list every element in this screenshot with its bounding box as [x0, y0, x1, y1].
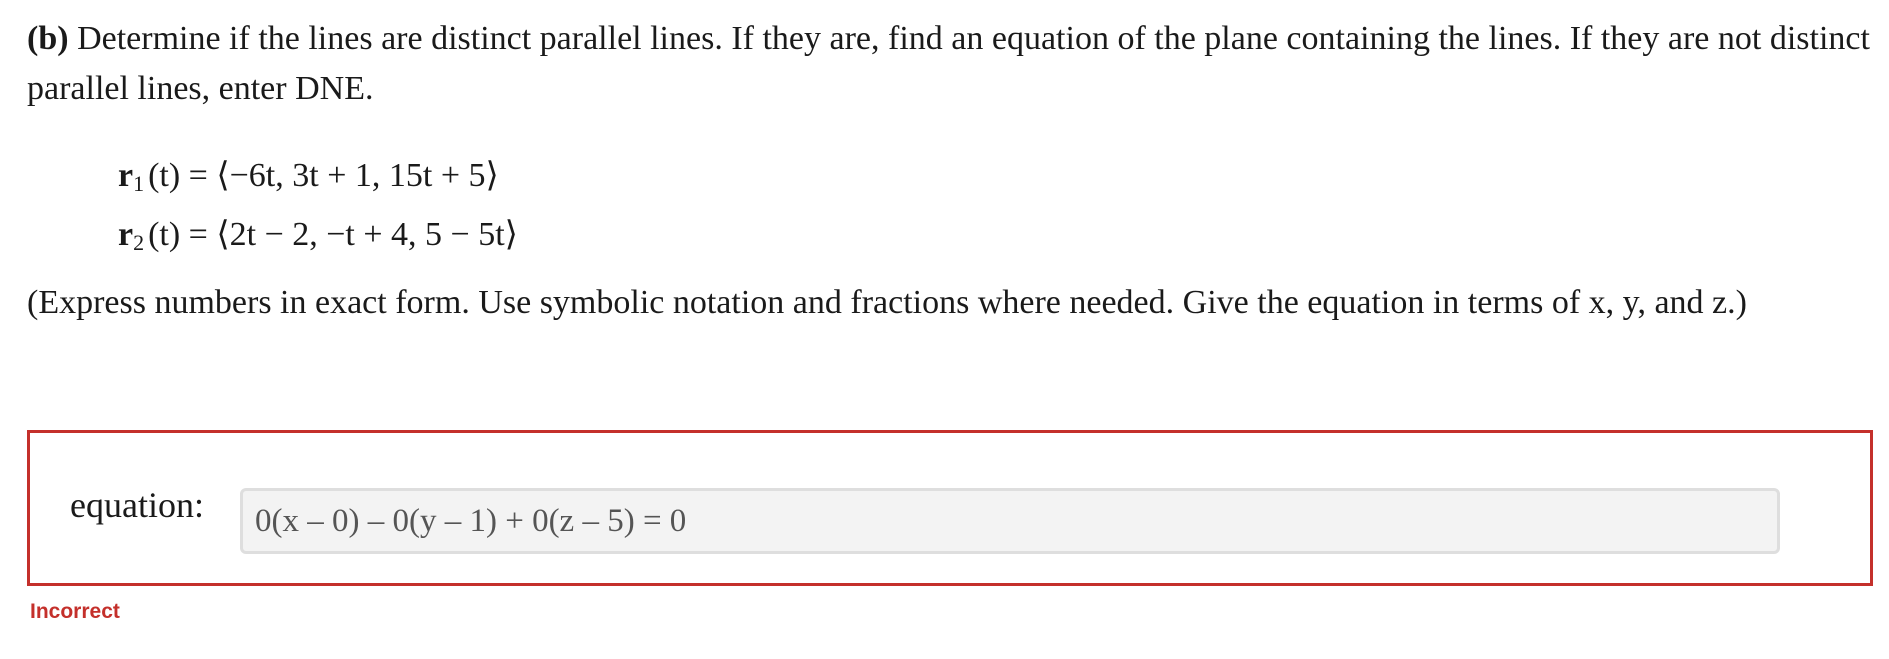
- part-label: (b): [27, 20, 69, 57]
- vector-subscript: 1: [133, 171, 145, 196]
- equation-input[interactable]: 0(x – 0) – 0(y – 1) + 0(z – 5) = 0: [240, 488, 1780, 554]
- vector-name: r: [118, 216, 134, 253]
- line-equations: r1 (t) = ⟨−6t, 3t + 1, 15t + 5⟩ r2 (t) = ⟨…: [118, 150, 518, 268]
- instructions-text: (Express numbers in exact form. Use symb…: [27, 284, 1747, 321]
- equation-label: equation:: [70, 485, 204, 525]
- question-prompt: Determine if the lines are distinct para…: [27, 20, 1870, 107]
- equation-rhs: (t) = ⟨2t − 2, −t + 4, 5 − 5t⟩: [148, 216, 518, 253]
- question-text: (b) Determine if the lines are distinct …: [27, 14, 1872, 114]
- vector-name: r: [118, 157, 134, 194]
- equation-r1: r1 (t) = ⟨−6t, 3t + 1, 15t + 5⟩: [118, 150, 518, 209]
- equation-rhs: (t) = ⟨−6t, 3t + 1, 15t + 5⟩: [148, 157, 499, 194]
- answer-box: equation: 0(x – 0) – 0(y – 1) + 0(z – 5)…: [27, 430, 1873, 586]
- equation-r2: r2 (t) = ⟨2t − 2, −t + 4, 5 − 5t⟩: [118, 209, 518, 268]
- vector-subscript: 2: [133, 230, 145, 255]
- status-incorrect: Incorrect: [30, 600, 120, 623]
